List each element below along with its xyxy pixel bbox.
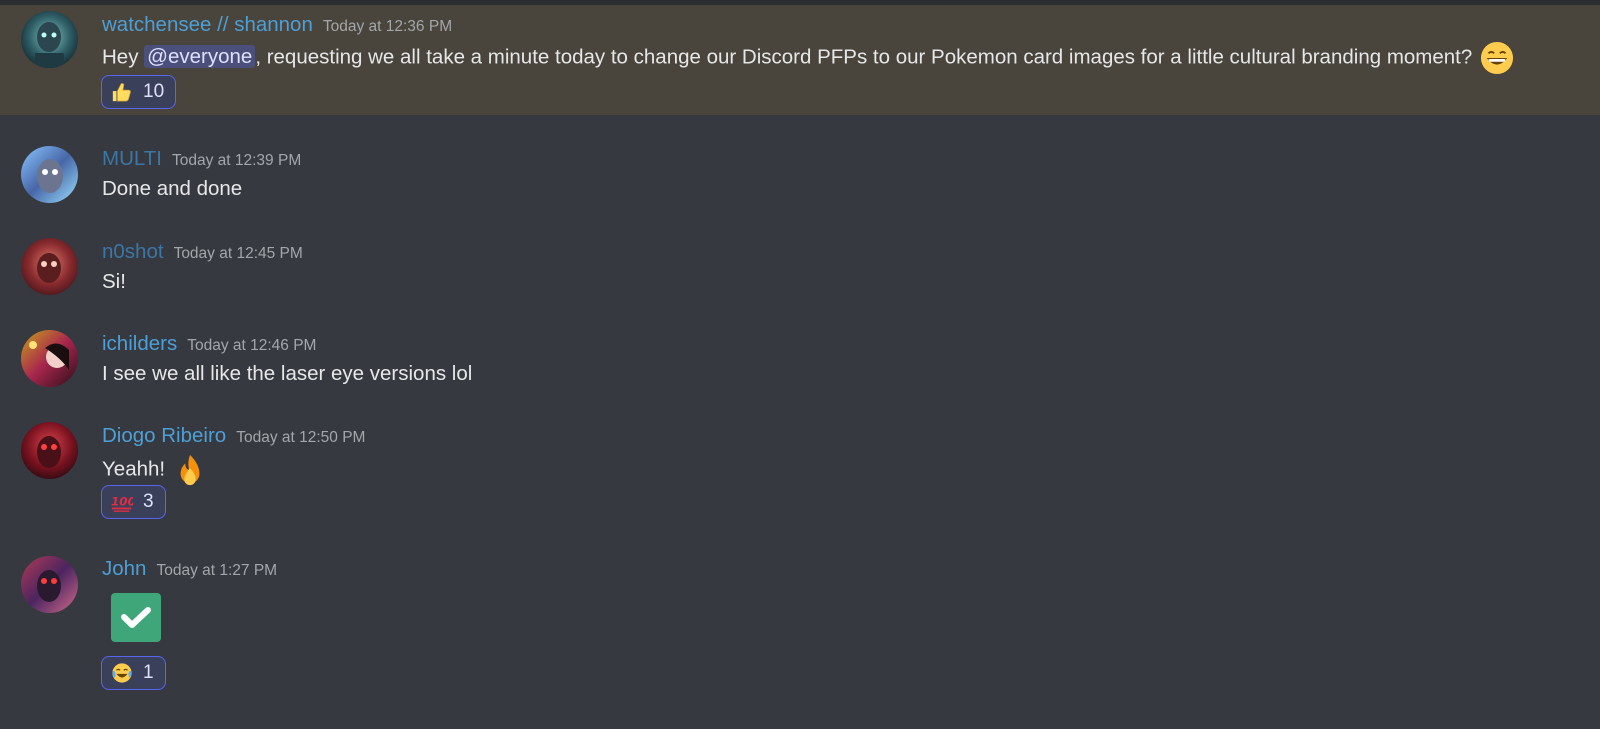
message-text-before: Hey	[102, 45, 145, 69]
message-header: MULTI Today at 12:39 PM	[102, 147, 301, 171]
author-name[interactable]: ichilders	[102, 332, 177, 355]
reaction-thumbs-up[interactable]: 10	[101, 75, 177, 109]
reaction-count: 1	[143, 662, 154, 683]
avatar[interactable]	[21, 146, 78, 203]
author-name[interactable]: John	[102, 557, 146, 580]
mention-everyone[interactable]: @everyone	[144, 45, 256, 69]
message-header: Diogo Ribeiro Today at 12:50 PM	[102, 424, 365, 448]
thumbs-up-icon	[112, 83, 131, 102]
timestamp[interactable]: Today at 12:45 PM	[174, 245, 303, 262]
message-text: Si!	[102, 270, 126, 293]
message-header: watchensee // shannon Today at 12:36 PM	[102, 13, 452, 37]
timestamp[interactable]: Today at 12:50 PM	[236, 429, 365, 446]
message-n0shot: n0shot Today at 12:45 PM Si!	[0, 233, 1600, 303]
message-diogo-ribeiro: Diogo Ribeiro Today at 12:50 PM Yeahh! 10…	[0, 418, 1600, 528]
timestamp[interactable]: Today at 12:39 PM	[172, 152, 301, 169]
timestamp[interactable]: Today at 12:36 PM	[323, 18, 452, 35]
author-name[interactable]: watchensee // shannon	[102, 13, 313, 36]
message-watchensee: watchensee // shannon Today at 12:36 PM H…	[0, 5, 1600, 115]
message-header: n0shot Today at 12:45 PM	[102, 240, 303, 264]
message-text-after: , requesting we all take a minute today …	[255, 45, 1473, 69]
timestamp[interactable]: Today at 12:46 PM	[187, 337, 316, 354]
avatar[interactable]	[21, 330, 78, 387]
author-name[interactable]: Diogo Ribeiro	[102, 424, 226, 447]
chat-messages: watchensee // shannon Today at 12:36 PM H…	[0, 0, 1600, 729]
check-mark-button-icon	[111, 593, 161, 642]
avatar[interactable]	[21, 238, 78, 295]
avatar[interactable]	[21, 11, 78, 68]
reaction-count: 10	[143, 81, 165, 102]
grinning-face-icon	[1480, 41, 1514, 75]
message-ichilders: ichilders Today at 12:46 PM I see we all …	[0, 326, 1600, 396]
message-header: ichilders Today at 12:46 PM	[102, 332, 316, 356]
message-text-body: Yeahh!	[102, 457, 166, 481]
message-text: I see we all like the laser eye versions…	[102, 362, 473, 385]
reaction-hundred[interactable]: 100 3	[101, 485, 166, 519]
message-text: Hey @everyone, requesting we all take a …	[102, 41, 1514, 75]
reaction-tears-of-joy[interactable]: 1	[101, 656, 166, 690]
message-text: Yeahh!	[102, 453, 207, 487]
author-name[interactable]: MULTI	[102, 147, 162, 170]
tears-of-joy-icon	[112, 663, 132, 683]
avatar[interactable]	[21, 422, 78, 479]
svg-text:100: 100	[111, 495, 133, 509]
message-multi: MULTI Today at 12:39 PM Done and done	[0, 140, 1600, 210]
author-name[interactable]: n0shot	[102, 240, 164, 263]
message-header: John Today at 1:27 PM	[102, 557, 277, 581]
reaction-count: 3	[143, 491, 154, 512]
timestamp[interactable]: Today at 1:27 PM	[156, 562, 277, 579]
message-text: Done and done	[102, 177, 243, 200]
avatar[interactable]	[21, 556, 78, 613]
fire-icon	[180, 454, 200, 486]
message-john: John Today at 1:27 PM 1	[0, 552, 1600, 702]
hundred-points-icon: 100	[111, 495, 133, 512]
